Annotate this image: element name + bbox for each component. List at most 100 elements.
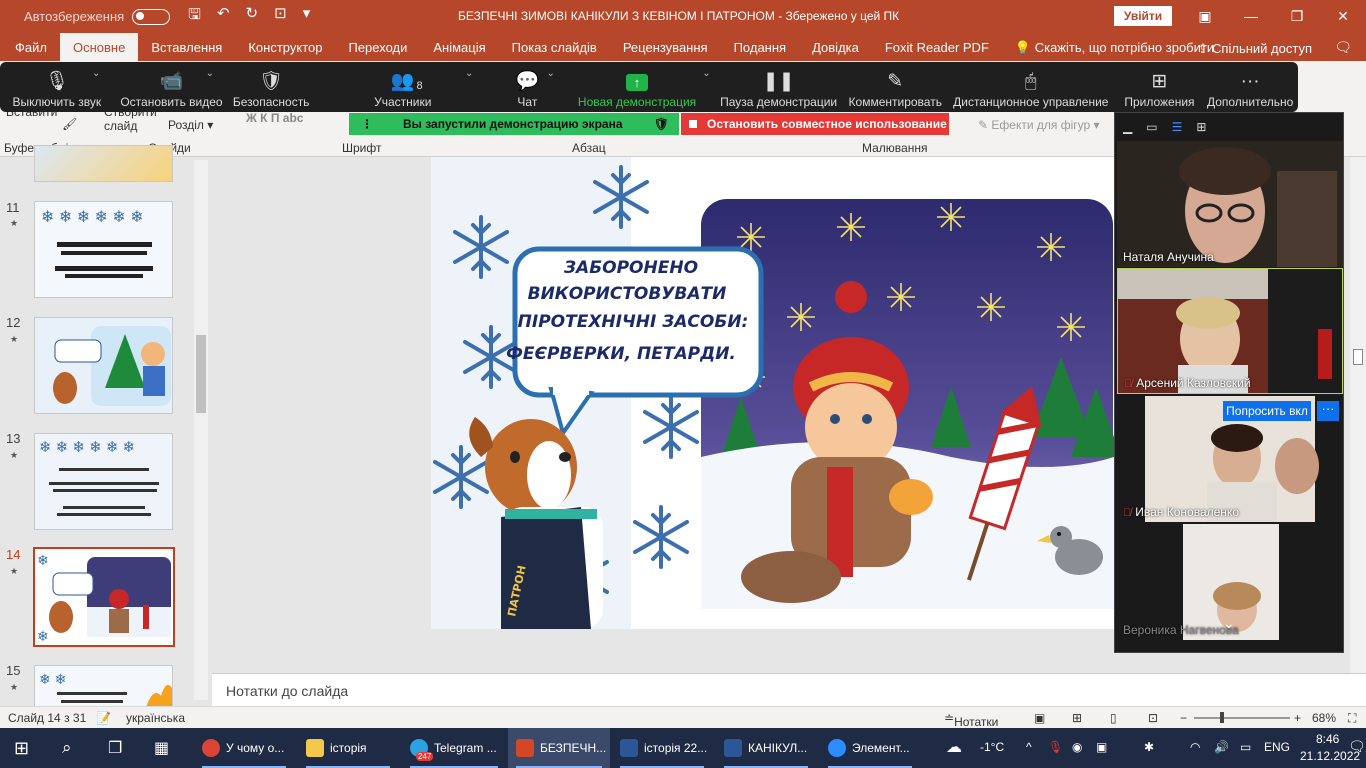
speaker-view-icon[interactable]: ▭ bbox=[1146, 120, 1157, 134]
ribbon-display-icon[interactable]: ▣ bbox=[1182, 0, 1228, 33]
chevron-up-icon[interactable]: ⌄ bbox=[702, 68, 710, 79]
tab-transitions[interactable]: Переходи bbox=[335, 33, 420, 61]
fit-slide-icon[interactable]: ⛶ bbox=[1348, 711, 1356, 726]
tell-me-search[interactable]: 💡 Скажіть, що потрібно зробити bbox=[1002, 33, 1227, 61]
taskbar-app-word-2[interactable]: КАНІКУЛ... bbox=[716, 728, 816, 768]
thumbnail-scrollbar[interactable] bbox=[194, 160, 208, 700]
tray-mic-icon[interactable]: 🎙 bbox=[1048, 740, 1063, 754]
tab-help[interactable]: Довідка bbox=[799, 33, 872, 61]
share-button[interactable]: ⇪ Спільний доступ bbox=[1198, 41, 1312, 57]
spelling-icon[interactable]: 📝 bbox=[96, 711, 111, 725]
new-share-button[interactable]: ↑ Новая демонстрация ⌄ bbox=[562, 62, 712, 112]
tab-review[interactable]: Рецензування bbox=[610, 33, 721, 61]
tab-home[interactable]: Основне bbox=[59, 33, 139, 61]
notifications-icon[interactable]: 🗨 bbox=[1348, 738, 1366, 755]
security-button[interactable]: 🛡 Безопасность bbox=[229, 62, 313, 112]
chevron-up-icon[interactable]: ⌄ bbox=[206, 68, 214, 79]
grid-view-icon[interactable]: ⊞ bbox=[1196, 120, 1206, 134]
chevron-up-icon[interactable]: ⌄ bbox=[465, 68, 473, 79]
thumbnail-scrollbar-thumb[interactable] bbox=[196, 335, 206, 413]
clock-time[interactable]: 8:46 bbox=[1316, 732, 1339, 746]
mute-button[interactable]: 🎙 Выключить звук ⌄ bbox=[0, 62, 114, 112]
tab-insert[interactable]: Вставлення bbox=[138, 33, 235, 61]
current-slide[interactable]: ЗАБОРОНЕНО ВИКОРИСТОВУВАТИ ПІРОТЕХНІЧНІ … bbox=[431, 157, 1114, 629]
speaker-notes-pane[interactable]: Нотатки до слайда bbox=[212, 673, 1366, 706]
minimize-gallery-icon[interactable]: ▁ bbox=[1123, 120, 1132, 134]
more-button[interactable]: ··· Дополнительно bbox=[1202, 62, 1298, 112]
search-icon[interactable]: ⌕ bbox=[62, 728, 72, 768]
editor-scrollbar-thumb[interactable] bbox=[1353, 349, 1363, 365]
wifi-icon[interactable]: ◠ bbox=[1190, 740, 1200, 754]
tab-animations[interactable]: Анімація bbox=[420, 33, 498, 61]
autosave-toggle[interactable] bbox=[132, 8, 171, 25]
slide-thumbnail-10[interactable] bbox=[34, 145, 173, 182]
reading-view-icon[interactable]: ▯ bbox=[1110, 711, 1117, 725]
save-icon[interactable]: 🖫 bbox=[188, 4, 201, 29]
tray-chevron-icon[interactable]: ^ bbox=[1026, 740, 1032, 754]
weather-cloud-icon[interactable]: ☁ bbox=[946, 737, 962, 757]
normal-view-icon[interactable]: ▣ bbox=[1034, 711, 1045, 725]
battery-icon[interactable]: ▭ bbox=[1240, 740, 1251, 754]
tray-zoom-icon[interactable]: ◉ bbox=[1072, 740, 1082, 754]
participants-button[interactable]: 👥 8 Участники ⌄ bbox=[313, 62, 492, 112]
annotate-button[interactable]: ✎ Комментировать bbox=[845, 62, 945, 112]
taskbar-app-powerpoint[interactable]: БЕЗПЕЧН... bbox=[508, 728, 610, 768]
tab-design[interactable]: Конструктор bbox=[235, 33, 335, 61]
chevron-down-icon[interactable]: ⌄ bbox=[1223, 615, 1235, 632]
taskbar-app-zoom[interactable]: Элемент... bbox=[820, 728, 920, 768]
calculator-icon[interactable]: ▦ bbox=[154, 728, 169, 768]
comments-icon[interactable]: 🗨 bbox=[1334, 39, 1352, 56]
shape-effects-button[interactable]: ✎ Ефекти для фігур ▾ bbox=[978, 118, 1100, 132]
stop-video-button[interactable]: 📹 Остановить видео ⌄ bbox=[114, 62, 230, 112]
stop-share-button[interactable]: Остановить совместное использование bbox=[681, 113, 949, 135]
taskbar-app-telegram[interactable]: 247 Telegram ... bbox=[402, 728, 506, 768]
tray-app-icon[interactable]: ▣ bbox=[1096, 740, 1107, 754]
slide-thumbnail-12[interactable] bbox=[34, 317, 173, 414]
tab-view[interactable]: Подання bbox=[721, 33, 800, 61]
chevron-up-icon[interactable]: ⌄ bbox=[92, 68, 100, 79]
present-icon[interactable]: ⊡ bbox=[274, 4, 287, 29]
windows-start-icon[interactable]: ⊞ bbox=[14, 728, 29, 768]
bluetooth-icon[interactable]: ✱ bbox=[1144, 740, 1154, 754]
tab-slideshow[interactable]: Показ слайдів bbox=[499, 33, 610, 61]
language-indicator[interactable]: українська bbox=[126, 711, 185, 725]
zoom-slider[interactable] bbox=[1194, 717, 1290, 719]
video-tile-1[interactable]: Наталя Анучина bbox=[1117, 141, 1343, 267]
volume-icon[interactable]: 🔊 bbox=[1214, 740, 1229, 754]
slide-thumbnail-14[interactable]: ❄ ❄ bbox=[33, 547, 175, 647]
slide-sorter-icon[interactable]: ⊞ bbox=[1072, 711, 1082, 725]
zoom-in-icon[interactable]: + bbox=[1294, 711, 1301, 725]
tab-foxit[interactable]: Foxit Reader PDF bbox=[872, 33, 1002, 61]
weather-temperature[interactable]: -1°C bbox=[980, 740, 1004, 754]
tab-file[interactable]: Файл bbox=[2, 33, 60, 61]
zoom-out-icon[interactable]: − bbox=[1180, 711, 1187, 725]
minimize-icon[interactable]: — bbox=[1228, 0, 1274, 33]
task-view-icon[interactable]: ❐ bbox=[108, 728, 122, 768]
zoom-percent[interactable]: 68% bbox=[1312, 711, 1336, 725]
drag-handle-icon[interactable]: ⋮ bbox=[361, 117, 373, 131]
taskbar-app-word-1[interactable]: історія 22... bbox=[612, 728, 712, 768]
font-format-icons[interactable]: Ж К П abc bbox=[246, 111, 303, 125]
participant-more-button[interactable]: ··· bbox=[1317, 401, 1339, 421]
slide-thumbnail-15[interactable]: ❄ ❄ bbox=[34, 665, 173, 709]
format-painter-icon[interactable]: 🖌 bbox=[62, 117, 77, 131]
chevron-up-icon[interactable]: ⌄ bbox=[546, 68, 554, 79]
apps-button[interactable]: ⊞ Приложения bbox=[1117, 62, 1203, 112]
video-tile-4[interactable]: Вероника Нагвенова ⌄ bbox=[1117, 524, 1343, 640]
remote-control-button[interactable]: 🖱 Дистанционное управление bbox=[945, 62, 1116, 112]
slide-thumbnail-13[interactable]: ❄ ❄ ❄ ❄ ❄ ❄ bbox=[34, 433, 173, 530]
close-icon[interactable]: ✕ bbox=[1320, 0, 1366, 33]
chat-button[interactable]: 💬 Чат ⌄ bbox=[492, 62, 562, 112]
zoom-slider-handle[interactable] bbox=[1220, 712, 1224, 723]
taskbar-app-chrome[interactable]: У чому о... bbox=[194, 728, 294, 768]
slideshow-view-icon[interactable]: ⊡ bbox=[1148, 711, 1158, 725]
undo-icon[interactable]: ↶ bbox=[217, 4, 230, 29]
input-language[interactable]: ENG bbox=[1264, 740, 1290, 754]
section-button[interactable]: Розділ ▾ bbox=[168, 118, 213, 132]
video-tile-2[interactable]: 🎙̸ Арсений Казловский bbox=[1117, 268, 1343, 394]
ask-to-unmute-button[interactable]: Попросить вкл bbox=[1223, 401, 1311, 421]
pause-share-button[interactable]: ❚❚ Пауза демонстрации bbox=[712, 62, 846, 112]
slide-thumbnail-11[interactable]: ❄ ❄ ❄ ❄ ❄ ❄ bbox=[34, 201, 173, 298]
editor-scrollbar[interactable] bbox=[1350, 157, 1366, 673]
maximize-icon[interactable]: ❐ bbox=[1274, 0, 1320, 33]
